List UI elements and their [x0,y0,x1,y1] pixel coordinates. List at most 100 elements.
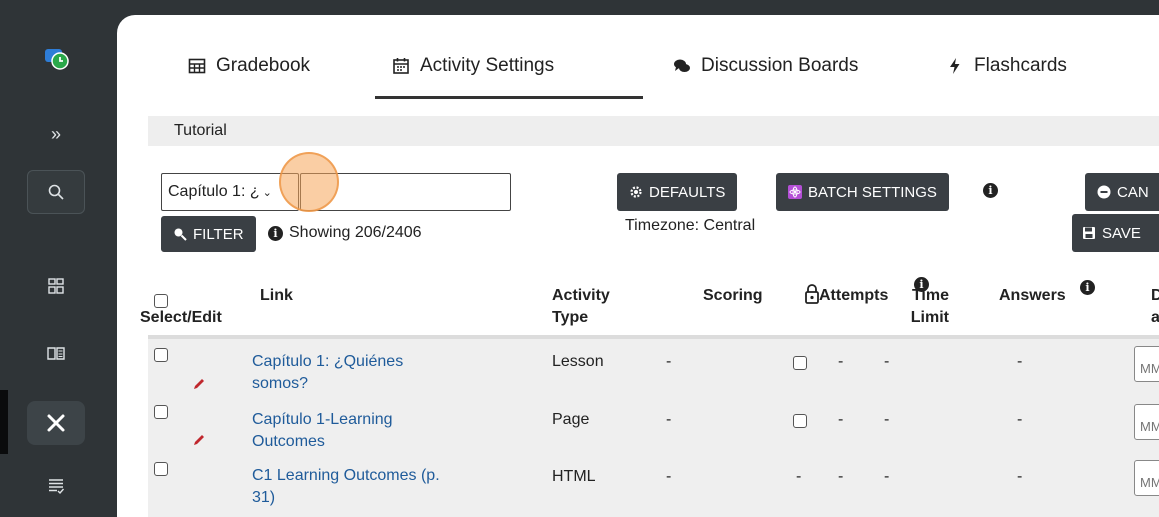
attempts-value: - [838,353,844,370]
showing-count-text: Showing 206/2406 [289,224,422,241]
column-header-due-date[interactable]: D a [1151,285,1159,329]
pencil-icon[interactable] [192,433,206,447]
dashboard-button[interactable] [27,266,85,306]
column-header-attempts[interactable]: Attempts [819,285,888,307]
app-logo-icon[interactable] [44,48,70,72]
select-all-checkbox[interactable] [154,294,168,308]
save-button[interactable]: SAVE [1072,214,1159,252]
atom-icon [788,185,802,199]
tools-icon [47,414,65,432]
window-top-bar [0,0,1159,10]
cancel-button[interactable]: CAN [1085,173,1159,211]
bolt-icon [950,58,960,74]
activity-type: Lesson [552,353,604,370]
tab-activity-settings[interactable]: Activity Settings [392,51,554,81]
click-highlight [279,152,339,212]
column-header-time-line2: Limit [910,309,949,326]
row-select-checkbox[interactable] [154,348,168,362]
answers-value: - [1017,468,1023,485]
column-header-link[interactable]: Link [260,285,293,307]
defaults-button-label: DEFAULTS [649,183,726,201]
scoring-value: - [666,411,672,428]
tab-label: Activity Settings [420,55,555,76]
batch-info-icon[interactable]: i [983,183,998,198]
column-header-activity-type-line2: Type [552,309,589,326]
activity-link-line1: Capítulo 1: ¿Quiénes [252,353,404,370]
scoring-value: - [666,468,672,485]
time-limit-value: - [884,353,890,370]
timezone-label: Timezone: Central [625,217,756,234]
tab-label: Discussion Boards [701,55,859,76]
lock-checkbox[interactable] [793,356,807,370]
lock-value: - [796,468,802,485]
tab-gradebook[interactable]: Gradebook [188,51,310,81]
minus-circle-icon [1097,185,1111,199]
tab-flashcards[interactable]: Flashcards [946,51,1067,81]
list-button[interactable] [27,466,85,506]
expand-sidebar-button[interactable]: » [27,114,85,154]
filter-button-label: FILTER [193,225,244,243]
column-header-activity-type-line1: Activity [552,287,610,304]
due-date-input[interactable] [1134,460,1159,496]
double-chevron-right-icon: » [50,123,61,144]
answers-value: - [1017,353,1023,370]
active-tab-indicator [375,96,643,99]
column-header-time-line1: Time [911,287,949,304]
table-icon [188,58,206,74]
answers-value: - [1017,411,1023,428]
main-panel: Gradebook Activity Settings Discussion B… [117,15,1159,517]
defaults-button[interactable]: DEFAULTS [617,173,738,211]
activity-link[interactable]: Capítulo 1-Learning Outcomes [252,409,393,453]
book-button[interactable] [27,333,85,373]
tab-discussion-boards[interactable]: Discussion Boards [673,51,858,81]
calendar-icon [393,58,409,74]
chapter-select-value: Capítulo 1: ¿ [168,183,260,200]
filter-button[interactable]: FILTER [161,216,256,252]
tab-label: Gradebook [216,55,311,76]
lock-icon[interactable] [804,283,820,305]
activity-type: HTML [552,468,596,485]
activity-link-line2: Outcomes [252,433,325,450]
chevron-down-icon: ⌄ [262,186,272,199]
cancel-button-label: CAN [1117,183,1149,201]
activity-link[interactable]: C1 Learning Outcomes (p. 31) [252,465,440,509]
column-header-scoring[interactable]: Scoring [703,285,763,307]
due-date-input[interactable] [1134,346,1159,382]
showing-count: i Showing 206/2406 [268,224,422,242]
book-icon [47,347,65,360]
answers-info-icon[interactable]: i [1080,280,1095,295]
search-button[interactable] [27,170,85,214]
time-limit-value: - [884,468,890,485]
search-icon [174,228,187,241]
due-date-input[interactable] [1134,404,1159,440]
tab-label: Flashcards [974,55,1067,76]
activity-link-line2: somos? [252,375,309,392]
scoring-value: - [666,353,672,370]
info-icon[interactable]: i [268,225,283,241]
batch-settings-button[interactable]: BATCH SETTINGS [776,173,949,211]
activity-link-line1: C1 Learning Outcomes (p. [252,467,440,484]
activity-link-line2: 31) [252,489,276,506]
tab-bar: Gradebook Activity Settings Discussion B… [117,15,1159,100]
search-icon [48,184,64,200]
column-header-due-line2: a [1151,309,1159,326]
batch-settings-button-label: BATCH SETTINGS [808,183,937,201]
attempts-value: - [838,411,844,428]
active-nav-marker [0,390,8,454]
column-header-activity-type[interactable]: Activity Type [552,285,610,329]
row-select-checkbox[interactable] [154,462,168,476]
activity-link[interactable]: Capítulo 1: ¿Quiénes somos? [252,351,403,395]
gear-icon [630,186,642,198]
save-button-label: SAVE [1102,224,1141,242]
breadcrumb[interactable]: Tutorial [148,116,1159,146]
pencil-icon[interactable] [192,377,206,391]
activity-type: Page [552,411,590,428]
column-header-time-limit[interactable]: Time Limit [909,285,949,329]
sidebar-nav: » [0,0,117,517]
time-limit-value: - [884,411,890,428]
row-select-checkbox[interactable] [154,405,168,419]
tools-button[interactable] [27,401,85,445]
column-header-answers[interactable]: Answers [999,285,1066,307]
lock-checkbox[interactable] [793,414,807,428]
comments-icon [674,59,690,72]
